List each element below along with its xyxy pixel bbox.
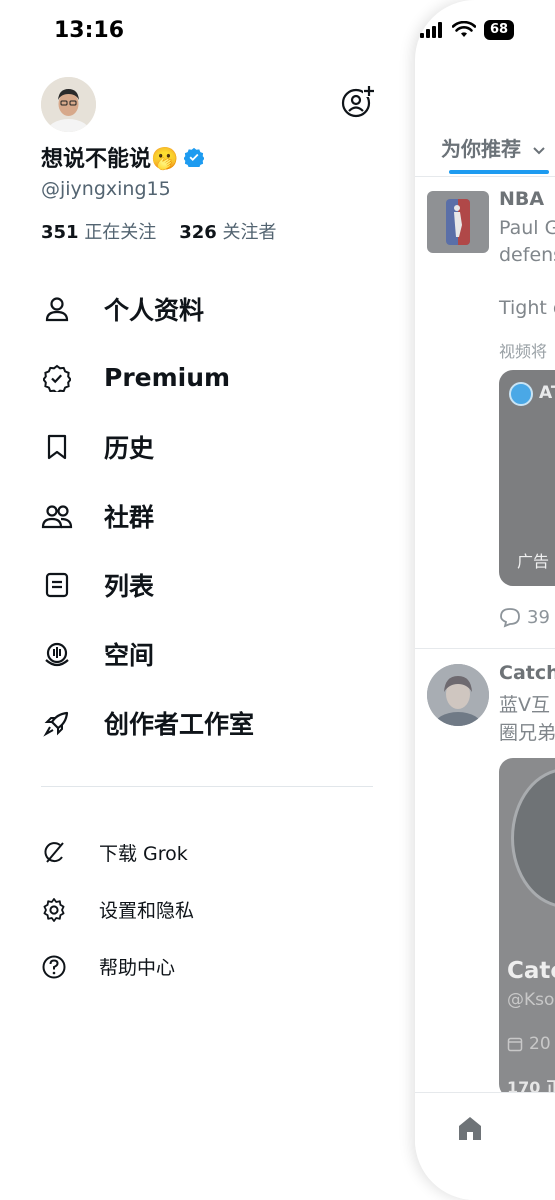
- post-text-line: 视频将: [499, 342, 548, 361]
- signal-icon: [420, 22, 442, 38]
- post-author[interactable]: NBA: [499, 188, 544, 210]
- card-name: Catc: [507, 958, 555, 984]
- home-icon[interactable]: [455, 1113, 485, 1143]
- add-person-icon: [341, 85, 375, 118]
- menu-label: 历史: [104, 433, 155, 463]
- tab-for-you[interactable]: 为你推荐: [441, 133, 546, 162]
- followers-link[interactable]: 326 关注者: [179, 222, 276, 243]
- submenu-item-settings[interactable]: 设置和隐私: [41, 881, 194, 938]
- follow-stats: 351 正在关注 326 关注者: [41, 218, 277, 244]
- menu-item-creator-studio[interactable]: 创作者工作室: [41, 688, 381, 757]
- avatar[interactable]: [41, 77, 96, 132]
- menu-item-history[interactable]: 历史: [41, 412, 381, 481]
- submenu-item-grok[interactable]: 下载 Grok: [41, 824, 194, 881]
- post-text-line: Paul G: [499, 217, 555, 239]
- user-handle: @jiyngxing15: [41, 178, 171, 200]
- gear-icon: [43, 897, 65, 922]
- reply-icon: [500, 608, 520, 628]
- att-logo-icon: [509, 382, 533, 406]
- submenu-item-help[interactable]: 帮助中心: [41, 938, 194, 995]
- post-text-line: 蓝V互: [499, 694, 550, 716]
- status-icons: 68: [420, 20, 515, 40]
- calendar-icon: [507, 1037, 523, 1052]
- rocket-icon: [43, 711, 69, 737]
- post-media[interactable]: AT 广告: [499, 370, 555, 586]
- profile-card-media[interactable]: Catc @Kso 20 170 正: [499, 758, 555, 1098]
- tab-indicator: [449, 170, 549, 174]
- bookmark-icon: [47, 434, 67, 459]
- menu-item-profile[interactable]: 个人资料: [41, 274, 381, 343]
- bottom-tab-bar: [415, 1092, 555, 1200]
- card-handle: @Kso: [507, 990, 555, 1010]
- submenu-label: 帮助中心: [99, 957, 176, 979]
- submenu-label: 设置和隐私: [99, 900, 195, 922]
- ad-label: 广告: [517, 552, 550, 571]
- add-account-button[interactable]: [341, 85, 375, 119]
- wifi-icon: [452, 21, 476, 37]
- menu-item-lists[interactable]: 列表: [41, 550, 381, 619]
- post-author-avatar[interactable]: [427, 664, 489, 726]
- media-badge-text: AT: [539, 383, 555, 403]
- spaces-icon: [45, 642, 69, 666]
- menu-item-spaces[interactable]: 空间: [41, 619, 381, 688]
- post-separator: [415, 648, 555, 649]
- premium-badge-icon: [43, 364, 71, 392]
- help-icon: [42, 955, 66, 978]
- menu-label: 社群: [104, 502, 155, 532]
- menu-item-communities[interactable]: 社群: [41, 481, 381, 550]
- menu-label: Premium: [104, 363, 231, 392]
- following-link[interactable]: 351 正在关注: [41, 222, 156, 243]
- battery-indicator: 68: [484, 20, 515, 40]
- status-time: 13:16: [54, 18, 125, 43]
- communities-icon: [41, 504, 73, 528]
- drawer-menu: 个人资料 Premium 历史 社群 列表 空间 创作者工作室: [41, 274, 381, 757]
- tab-separator: [415, 176, 555, 177]
- verified-badge-icon: [184, 147, 205, 167]
- display-name-text: 想说不能说🫢: [41, 147, 179, 172]
- submenu-label: 下载 Grok: [99, 843, 188, 865]
- menu-divider: [41, 786, 373, 787]
- menu-label: 个人资料: [104, 295, 205, 325]
- card-avatar: [511, 768, 555, 908]
- person-icon: [45, 296, 69, 321]
- drawer-submenu: 下载 Grok 设置和隐私 帮助中心: [41, 824, 194, 995]
- grok-icon: [44, 841, 64, 863]
- menu-label: 创作者工作室: [104, 709, 255, 739]
- home-feed-panel[interactable]: 为你推荐 NBA Paul G defens Tight c 视频将: [415, 0, 555, 1200]
- menu-label: 空间: [104, 640, 155, 670]
- post-text-line: Tight c: [499, 297, 555, 319]
- post-text-line: defens: [499, 244, 555, 266]
- menu-label: 列表: [104, 571, 155, 601]
- menu-item-premium[interactable]: Premium: [41, 343, 381, 412]
- post-author[interactable]: Catch: [499, 662, 555, 684]
- reply-button[interactable]: 39: [499, 606, 550, 628]
- list-icon: [45, 572, 69, 597]
- app-root: 13:16 68 想说不能说🫢 @jiyngxing15 351 正在关注 32…: [0, 0, 555, 1200]
- chevron-down-icon: [533, 147, 545, 155]
- display-name: 想说不能说🫢: [41, 141, 205, 173]
- nba-logo-avatar[interactable]: [427, 191, 489, 253]
- post-text-line: 圈兄弟: [499, 722, 555, 744]
- card-date: 20: [507, 1034, 551, 1054]
